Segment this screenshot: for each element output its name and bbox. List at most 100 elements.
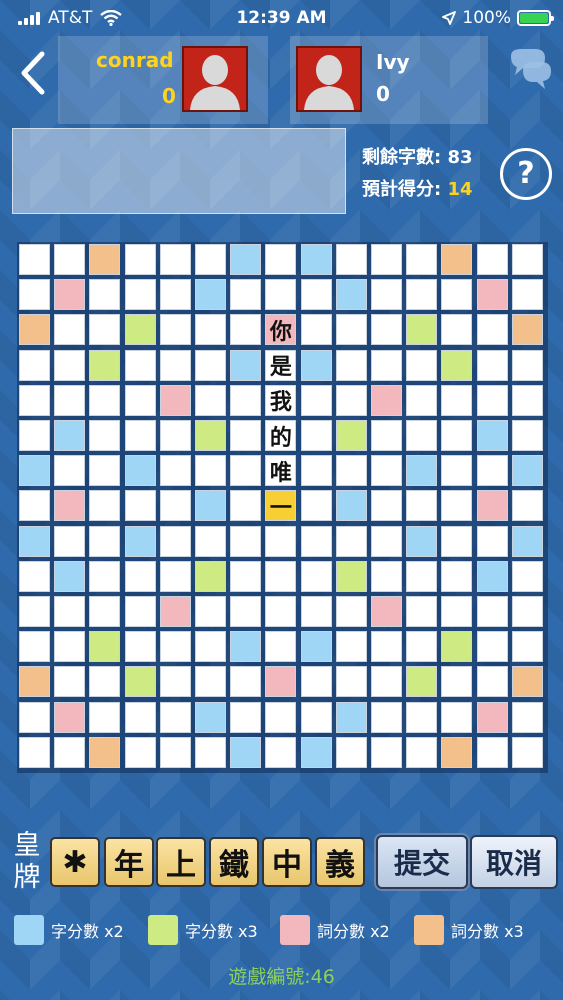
board-cell[interactable] <box>300 490 332 522</box>
board-cell[interactable] <box>124 736 156 768</box>
board-cell[interactable] <box>441 666 473 698</box>
board-cell[interactable] <box>441 701 473 733</box>
board-cell[interactable] <box>441 560 473 592</box>
board-cell[interactable] <box>406 279 438 311</box>
board-cell[interactable] <box>441 525 473 557</box>
board-cell[interactable] <box>511 420 543 451</box>
board-cell[interactable] <box>89 560 121 592</box>
board-cell[interactable] <box>124 244 156 275</box>
board-cell[interactable] <box>300 666 332 698</box>
board-cell[interactable] <box>406 384 438 416</box>
board-cell[interactable] <box>300 525 332 557</box>
board-cell[interactable] <box>230 420 262 451</box>
board-cell[interactable] <box>511 631 543 663</box>
board-cell[interactable] <box>54 349 86 381</box>
board-cell[interactable] <box>230 314 262 346</box>
board-cell[interactable] <box>54 666 86 698</box>
board-tile[interactable]: 唯 <box>265 455 297 487</box>
board-cell[interactable] <box>230 349 262 381</box>
board-cell[interactable] <box>265 279 297 311</box>
board-cell[interactable] <box>195 525 226 557</box>
board-cell[interactable] <box>406 525 438 557</box>
board-cell[interactable] <box>159 525 191 557</box>
board-cell[interactable] <box>124 349 156 381</box>
board-cell[interactable] <box>54 279 86 311</box>
board-cell[interactable] <box>54 560 86 592</box>
board-cell[interactable] <box>335 314 367 346</box>
board-cell[interactable] <box>265 736 297 768</box>
board-cell[interactable] <box>89 701 121 733</box>
board-cell[interactable] <box>265 701 297 733</box>
submit-button[interactable]: 提交 <box>376 835 468 889</box>
board-cell[interactable] <box>335 349 367 381</box>
board-cell[interactable] <box>195 631 226 663</box>
board-cell[interactable] <box>159 314 191 346</box>
board-tile[interactable]: 你 <box>265 314 297 346</box>
board-cell[interactable] <box>195 420 226 451</box>
board-cell[interactable] <box>195 349 226 381</box>
board-cell[interactable] <box>441 455 473 487</box>
board-cell[interactable] <box>124 384 156 416</box>
board-cell[interactable] <box>195 279 226 311</box>
board-cell[interactable] <box>406 736 438 768</box>
board-cell[interactable] <box>54 596 86 627</box>
board-cell[interactable] <box>89 420 121 451</box>
board-cell[interactable] <box>124 666 156 698</box>
board-cell[interactable] <box>19 279 50 311</box>
board-cell[interactable] <box>230 596 262 627</box>
board-cell[interactable] <box>195 455 226 487</box>
board-cell[interactable] <box>300 596 332 627</box>
board-cell[interactable] <box>159 490 191 522</box>
board-cell[interactable] <box>54 736 86 768</box>
board-cell[interactable] <box>335 666 367 698</box>
board-cell[interactable] <box>54 420 86 451</box>
board-cell[interactable] <box>159 244 191 275</box>
board-cell[interactable] <box>195 560 226 592</box>
board-cell[interactable] <box>265 244 297 275</box>
board-cell[interactable] <box>124 490 156 522</box>
board-cell[interactable] <box>54 244 86 275</box>
board-cell[interactable] <box>19 314 50 346</box>
board-cell[interactable] <box>476 596 508 627</box>
board-cell[interactable] <box>195 666 226 698</box>
board-cell[interactable] <box>89 279 121 311</box>
board-cell[interactable] <box>476 384 508 416</box>
board-cell[interactable] <box>300 349 332 381</box>
board-cell[interactable] <box>371 666 402 698</box>
board-cell[interactable] <box>335 420 367 451</box>
board-cell[interactable] <box>476 560 508 592</box>
board-cell[interactable] <box>159 560 191 592</box>
board-cell[interactable] <box>19 490 50 522</box>
board-cell[interactable] <box>511 279 543 311</box>
rack-tile[interactable]: 鐵 <box>209 837 259 887</box>
board-cell[interactable] <box>371 631 402 663</box>
board-cell[interactable] <box>300 279 332 311</box>
board-cell[interactable] <box>371 244 402 275</box>
board-cell[interactable] <box>371 596 402 627</box>
board-cell[interactable] <box>406 631 438 663</box>
board-cell[interactable] <box>406 560 438 592</box>
board-cell[interactable] <box>476 420 508 451</box>
board-cell[interactable] <box>335 736 367 768</box>
board-cell[interactable] <box>476 631 508 663</box>
board-cell[interactable] <box>335 701 367 733</box>
board-cell[interactable] <box>476 701 508 733</box>
board-cell[interactable] <box>371 455 402 487</box>
board-cell[interactable] <box>335 560 367 592</box>
board-cell[interactable] <box>371 490 402 522</box>
board-cell[interactable] <box>159 736 191 768</box>
board-cell[interactable] <box>19 455 50 487</box>
board-cell[interactable] <box>159 596 191 627</box>
board-cell[interactable] <box>159 701 191 733</box>
board-cell[interactable] <box>511 736 543 768</box>
board-cell[interactable] <box>511 701 543 733</box>
board-cell[interactable] <box>89 384 121 416</box>
board-cell[interactable] <box>511 349 543 381</box>
board-cell[interactable] <box>54 384 86 416</box>
board-tile[interactable]: 的 <box>265 420 297 451</box>
board-cell[interactable] <box>159 279 191 311</box>
board-cell[interactable] <box>371 314 402 346</box>
board-cell[interactable] <box>19 701 50 733</box>
board-cell[interactable] <box>441 596 473 627</box>
board-cell[interactable] <box>230 560 262 592</box>
